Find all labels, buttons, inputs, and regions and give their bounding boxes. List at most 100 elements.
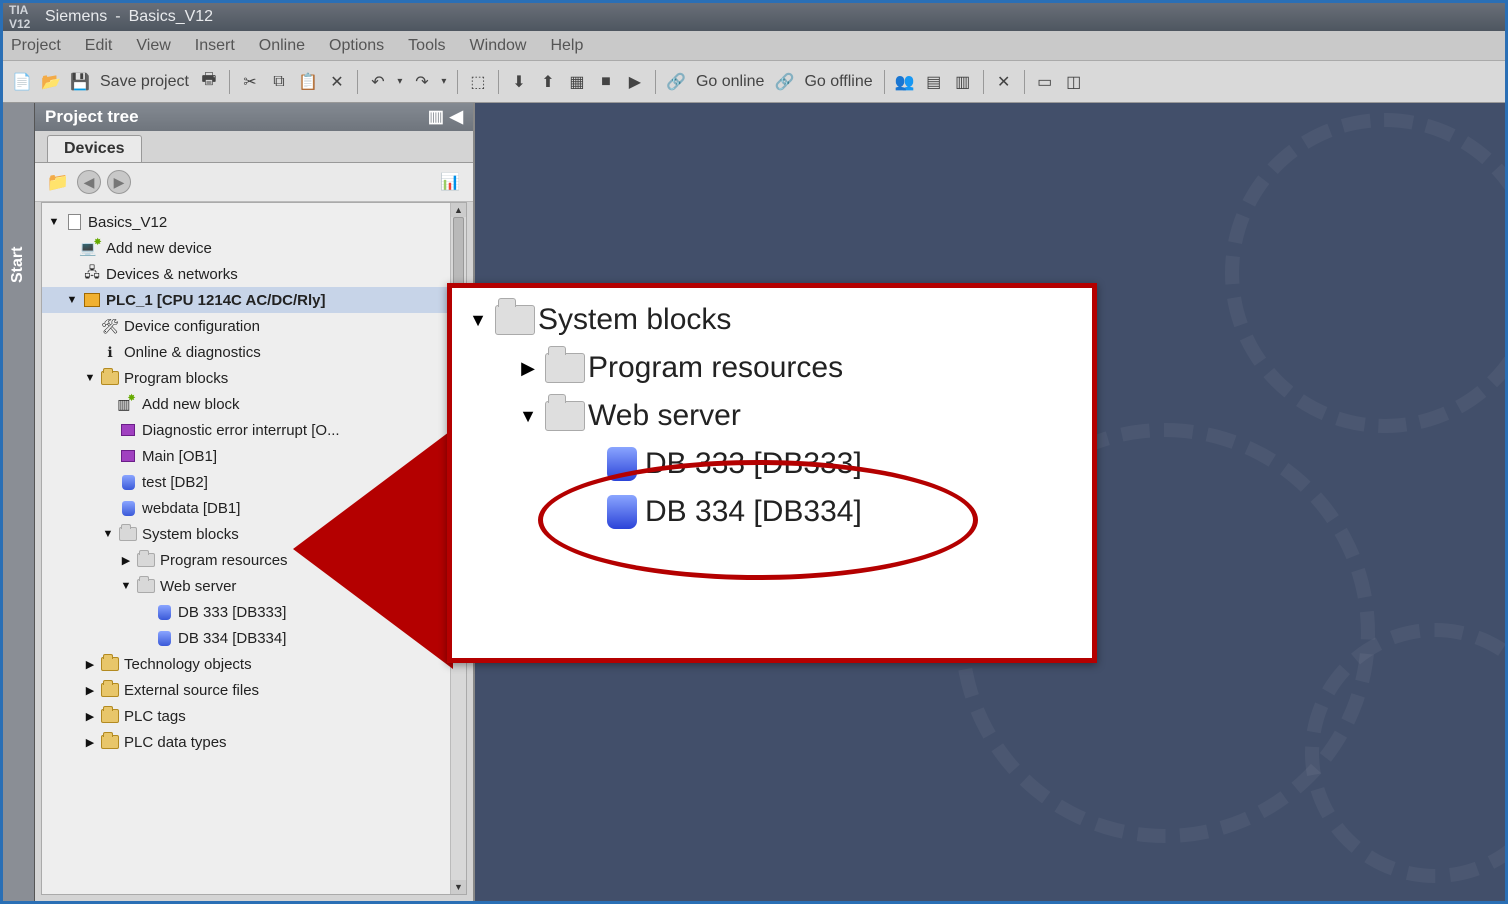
print-icon[interactable]: 🖶 bbox=[196, 69, 222, 95]
add-block-icon: ▥✸ bbox=[118, 395, 138, 413]
expand-icon[interactable]: ▶ bbox=[82, 734, 98, 750]
save-project-label[interactable]: Save project bbox=[100, 73, 189, 91]
folder-icon bbox=[100, 369, 120, 387]
go-online-icon[interactable]: 🔗 bbox=[663, 69, 689, 95]
split-v-icon[interactable]: ◫ bbox=[1061, 69, 1087, 95]
tree-label: Add new device bbox=[106, 240, 212, 257]
tree-devices-networks[interactable]: 🖧 Devices & networks bbox=[42, 261, 466, 287]
tree-ext-source[interactable]: ▶ External source files bbox=[42, 677, 466, 703]
tree-plc-tags[interactable]: ▶ PLC tags bbox=[42, 703, 466, 729]
start-sidebar-tab[interactable]: Start bbox=[3, 103, 35, 901]
start-label: Start bbox=[9, 247, 27, 283]
compile-icon[interactable]: ⬚ bbox=[465, 69, 491, 95]
config-icon: 🛠 bbox=[100, 317, 120, 335]
panel-column-icon[interactable]: ▥ bbox=[428, 107, 444, 127]
expand-icon[interactable]: ▶ bbox=[82, 708, 98, 724]
cut-icon[interactable]: ✂ bbox=[237, 69, 263, 95]
expand-icon[interactable]: ▶ bbox=[118, 552, 134, 568]
expand-icon[interactable]: ▼ bbox=[46, 214, 62, 230]
expand-icon: ▼ bbox=[514, 406, 542, 427]
undo-dropdown-icon[interactable]: ▾ bbox=[394, 69, 406, 95]
callout-pointer bbox=[293, 429, 453, 669]
tree-add-device[interactable]: 💻✸ Add new device bbox=[42, 235, 466, 261]
go-offline-icon[interactable]: 🔗 bbox=[771, 69, 797, 95]
tree-label: Program resources bbox=[160, 552, 288, 569]
menu-edit[interactable]: Edit bbox=[85, 37, 113, 55]
tree-online-diag[interactable]: ℹ Online & diagnostics bbox=[42, 339, 466, 365]
menu-options[interactable]: Options bbox=[329, 37, 384, 55]
db-icon bbox=[599, 444, 645, 484]
scroll-down-icon[interactable]: ▼ bbox=[451, 880, 466, 894]
app-logo-icon: TIA V12 bbox=[9, 7, 37, 27]
tree-label: Web server bbox=[160, 578, 236, 595]
open-project-icon[interactable]: 📂 bbox=[38, 69, 64, 95]
tree-plc[interactable]: ▼ PLC_1 [CPU 1214C AC/DC/Rly] bbox=[42, 287, 466, 313]
menu-window[interactable]: Window bbox=[470, 37, 527, 55]
go-online-label[interactable]: Go online bbox=[696, 73, 765, 91]
download-icon[interactable]: ⬇ bbox=[506, 69, 532, 95]
menu-insert[interactable]: Insert bbox=[195, 37, 235, 55]
tree-label: Basics_V12 bbox=[88, 214, 167, 231]
tree-label: Main [OB1] bbox=[142, 448, 217, 465]
menu-project[interactable]: Project bbox=[11, 37, 61, 55]
redo-dropdown-icon[interactable]: ▾ bbox=[438, 69, 450, 95]
split-h-icon[interactable]: ▭ bbox=[1032, 69, 1058, 95]
tree-device-config[interactable]: 🛠 Device configuration bbox=[42, 313, 466, 339]
undo-icon[interactable]: ↶ bbox=[365, 69, 391, 95]
menu-help[interactable]: Help bbox=[550, 37, 583, 55]
close-view-icon[interactable]: ✕ bbox=[991, 69, 1017, 95]
expand-icon[interactable]: ▶ bbox=[82, 656, 98, 672]
expand-icon[interactable]: ▼ bbox=[100, 526, 116, 542]
go-offline-label[interactable]: Go offline bbox=[804, 73, 872, 91]
network-icon: 🖧 bbox=[82, 265, 102, 283]
expand-icon[interactable]: ▼ bbox=[64, 292, 80, 308]
callout-program-resources: Program resources bbox=[588, 351, 843, 385]
tree-program-blocks[interactable]: ▼ Program blocks bbox=[42, 365, 466, 391]
accessible-devices-icon[interactable]: 👥 bbox=[892, 69, 918, 95]
tree-add-block[interactable]: ▥✸ Add new block bbox=[42, 391, 466, 417]
callout-zoom: ▼ System blocks ▶ Program resources ▼ We… bbox=[447, 283, 1097, 663]
panel-title: Project tree bbox=[45, 107, 139, 127]
paste-icon[interactable]: 📋 bbox=[295, 69, 321, 95]
save-icon[interactable]: 💾 bbox=[67, 69, 93, 95]
detail-view-icon[interactable]: 📊 bbox=[437, 169, 463, 195]
nav-back-icon[interactable]: ◀ bbox=[77, 170, 101, 194]
stop-icon[interactable]: ■ bbox=[593, 69, 619, 95]
redo-icon[interactable]: ↷ bbox=[409, 69, 435, 95]
cross-ref-icon[interactable]: ▤ bbox=[921, 69, 947, 95]
menu-view[interactable]: View bbox=[136, 37, 170, 55]
tree-root[interactable]: ▼ Basics_V12 bbox=[42, 209, 466, 235]
run-icon[interactable]: ▶ bbox=[622, 69, 648, 95]
db-icon bbox=[599, 492, 645, 532]
copy-icon[interactable]: ⧉ bbox=[266, 69, 292, 95]
expand-icon[interactable]: ▼ bbox=[118, 578, 134, 594]
nav-forward-icon[interactable]: ▶ bbox=[107, 170, 131, 194]
hw-icon[interactable]: ▦ bbox=[564, 69, 590, 95]
tab-devices[interactable]: Devices bbox=[47, 135, 142, 162]
tree-plc-datatypes[interactable]: ▶ PLC data types bbox=[42, 729, 466, 755]
menu-tools[interactable]: Tools bbox=[408, 37, 445, 55]
expand-icon[interactable]: ▼ bbox=[82, 370, 98, 386]
scroll-up-icon[interactable]: ▲ bbox=[451, 203, 466, 217]
folder-icon bbox=[100, 733, 120, 751]
title-project: Basics_V12 bbox=[129, 8, 214, 26]
tree-label: PLC data types bbox=[124, 734, 227, 751]
delete-icon[interactable]: ✕ bbox=[324, 69, 350, 95]
upload-icon[interactable]: ⬆ bbox=[535, 69, 561, 95]
new-project-icon[interactable]: 📄 bbox=[9, 69, 35, 95]
tag-table-icon[interactable]: ▥ bbox=[950, 69, 976, 95]
db-icon bbox=[154, 603, 174, 621]
expand-icon: ▼ bbox=[464, 310, 492, 331]
folder-icon bbox=[100, 707, 120, 725]
folder-icon bbox=[542, 348, 588, 388]
tree-label: PLC_1 [CPU 1214C AC/DC/Rly] bbox=[106, 292, 326, 309]
tree-label: Technology objects bbox=[124, 656, 252, 673]
expand-icon[interactable]: ▶ bbox=[82, 682, 98, 698]
callout-db334: DB 334 [DB334] bbox=[645, 495, 862, 529]
tree-label: DB 333 [DB333] bbox=[178, 604, 286, 621]
panel-collapse-icon[interactable]: ◀ bbox=[450, 107, 463, 127]
menu-online[interactable]: Online bbox=[259, 37, 305, 55]
menu-bar: Project Edit View Insert Online Options … bbox=[3, 31, 1505, 61]
tree-label: Add new block bbox=[142, 396, 240, 413]
new-folder-icon[interactable]: 📁 bbox=[45, 169, 71, 195]
